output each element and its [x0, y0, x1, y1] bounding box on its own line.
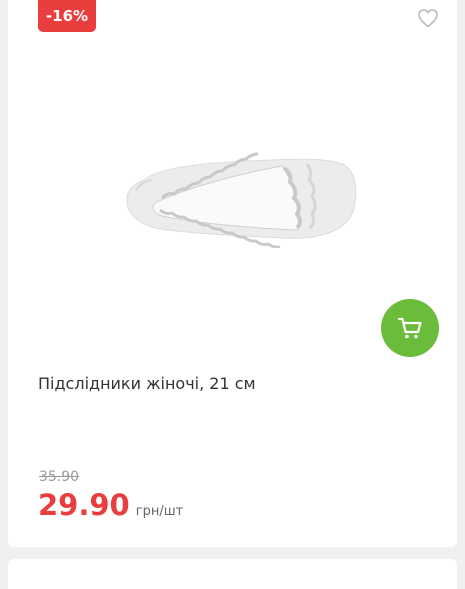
- price-unit: грн/шт: [135, 504, 184, 519]
- favorite-button[interactable]: [416, 6, 440, 30]
- shopping-cart-icon: [397, 317, 422, 339]
- price-row: 29.90 грн/шт: [38, 488, 183, 522]
- product-image: [126, 152, 357, 248]
- product-card[interactable]: -16% Підслідники жіночі, 21 см 35.90 29.…: [8, 0, 457, 547]
- add-to-cart-button[interactable]: [381, 299, 439, 357]
- old-price: 35.90: [39, 469, 80, 485]
- current-price: 29.90: [38, 488, 130, 522]
- next-product-card[interactable]: [8, 559, 457, 589]
- product-title[interactable]: Підслідники жіночі, 21 см: [38, 374, 438, 393]
- heart-icon: [418, 9, 438, 28]
- discount-badge: -16%: [38, 0, 96, 32]
